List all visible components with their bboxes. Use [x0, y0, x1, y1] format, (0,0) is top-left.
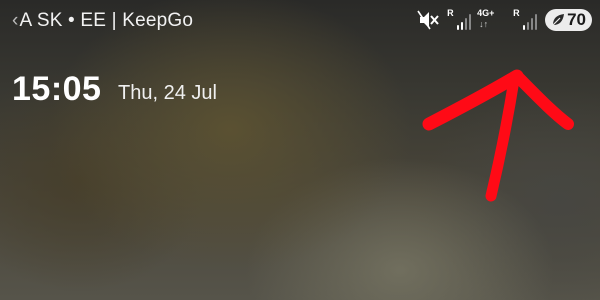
lockscreen-date: Thu, 24 Jul	[118, 82, 217, 104]
sim2-signal-icon: 4G+ ↓↑	[477, 8, 505, 30]
sim2-signal-bars	[523, 14, 538, 30]
battery-percent: 70	[567, 10, 586, 29]
carrier-text: A SK • EE | KeepGo	[19, 10, 194, 31]
mute-icon	[417, 10, 439, 30]
leaf-icon	[552, 14, 565, 26]
sim1-signal-bars	[457, 14, 472, 30]
sim1-roaming-indicator: R	[447, 8, 454, 18]
back-chevron-icon: ‹	[12, 10, 19, 31]
battery-indicator: 70	[545, 9, 592, 31]
carrier-label: ‹A SK • EE | KeepGo	[12, 10, 193, 32]
sim1-signal-icon: R	[447, 8, 472, 30]
network-type-label: 4G+	[477, 8, 495, 18]
lockscreen-clock[interactable]: 15:05	[12, 70, 101, 109]
status-icons: R 4G+ ↓↑ R 70	[417, 8, 592, 32]
status-bar: ‹A SK • EE | KeepGo R 4G+ ↓↑ R 70	[0, 0, 600, 40]
sim2-roaming-indicator: R	[513, 8, 520, 18]
sim2-roaming-signal-icon: R	[513, 8, 538, 30]
red-arrow-annotation	[422, 69, 574, 202]
data-activity-icon: ↓↑	[479, 19, 489, 29]
lock-screen: ‹A SK • EE | KeepGo R 4G+ ↓↑ R 70 15:05 …	[0, 0, 600, 300]
